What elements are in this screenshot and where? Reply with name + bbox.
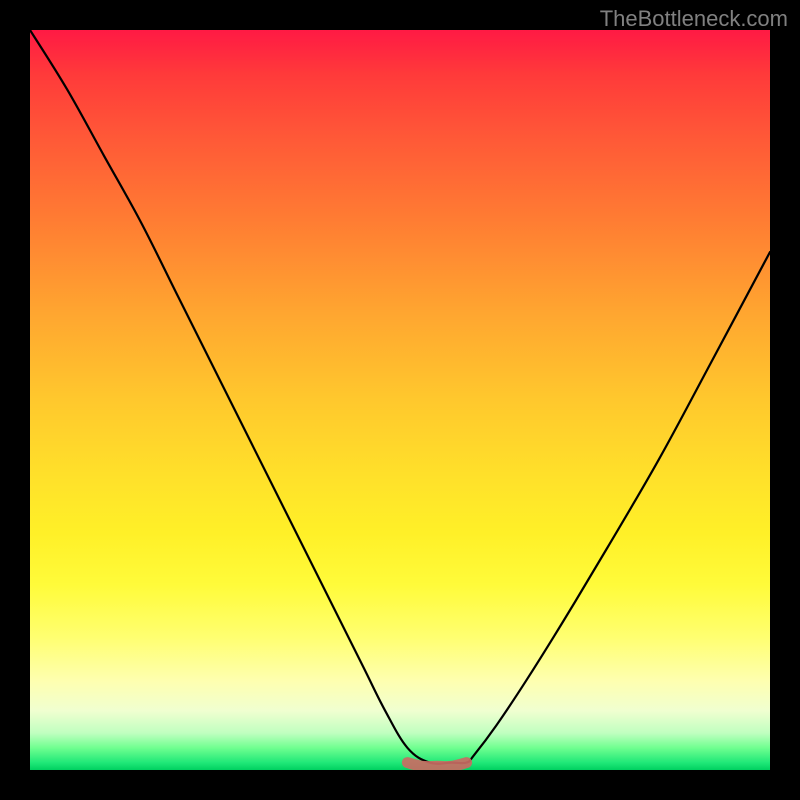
watermark-label: TheBottleneck.com [600,6,788,32]
plot-area [30,30,770,770]
heatmap-gradient [30,30,770,770]
